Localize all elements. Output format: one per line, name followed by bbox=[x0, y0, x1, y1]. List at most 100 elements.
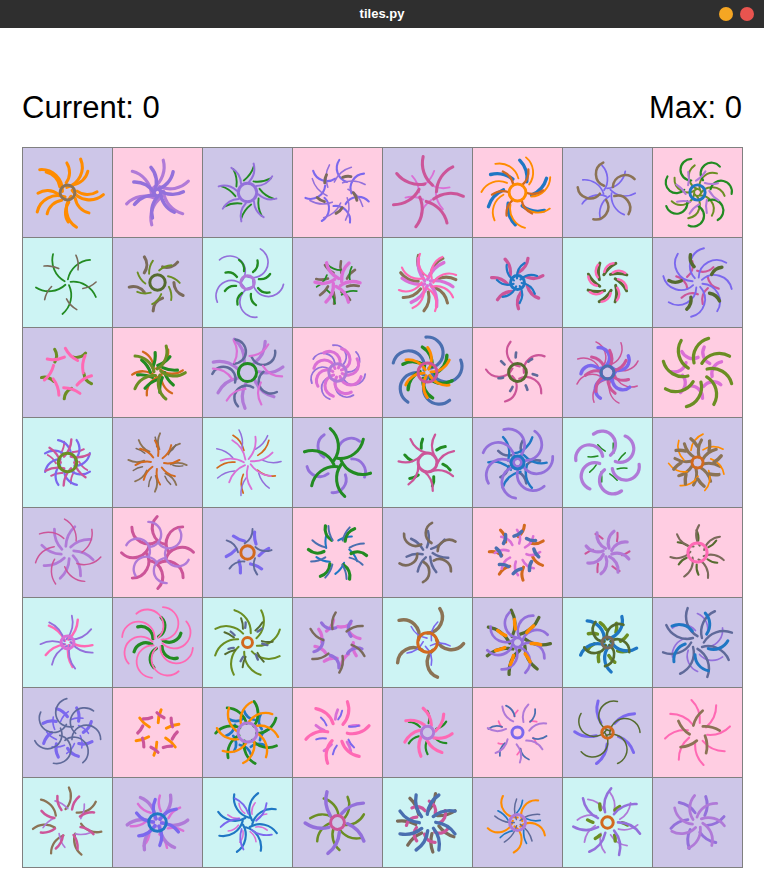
window-title: tiles.py bbox=[360, 4, 405, 24]
tile[interactable] bbox=[473, 418, 562, 507]
tile[interactable] bbox=[113, 328, 202, 417]
tile[interactable] bbox=[653, 688, 742, 777]
tile[interactable] bbox=[113, 238, 202, 327]
tile[interactable] bbox=[113, 418, 202, 507]
tile[interactable] bbox=[563, 598, 652, 687]
tile[interactable] bbox=[293, 508, 382, 597]
tile[interactable] bbox=[203, 238, 292, 327]
spiral-icon bbox=[23, 148, 112, 237]
tile[interactable] bbox=[23, 418, 112, 507]
tile[interactable] bbox=[23, 328, 112, 417]
tile[interactable] bbox=[203, 778, 292, 867]
score-bar: Current: 0 Max: 0 bbox=[22, 88, 742, 126]
tile[interactable] bbox=[563, 238, 652, 327]
spiral-icon bbox=[473, 148, 562, 237]
tile[interactable] bbox=[383, 148, 472, 237]
tile[interactable] bbox=[23, 778, 112, 867]
tile[interactable] bbox=[383, 418, 472, 507]
tile[interactable] bbox=[203, 598, 292, 687]
spiral-icon bbox=[23, 418, 112, 507]
tile[interactable] bbox=[563, 688, 652, 777]
spiral-icon bbox=[653, 778, 742, 867]
tile[interactable] bbox=[23, 598, 112, 687]
tile[interactable] bbox=[563, 328, 652, 417]
spiral-icon bbox=[203, 598, 292, 687]
spiral-icon bbox=[23, 328, 112, 417]
spiral-icon bbox=[563, 148, 652, 237]
spiral-icon bbox=[563, 778, 652, 867]
tile[interactable] bbox=[23, 238, 112, 327]
tile[interactable] bbox=[113, 598, 202, 687]
tile[interactable] bbox=[473, 328, 562, 417]
tile[interactable] bbox=[653, 598, 742, 687]
tile[interactable] bbox=[473, 688, 562, 777]
spiral-icon bbox=[383, 598, 472, 687]
tile[interactable] bbox=[653, 778, 742, 867]
spiral-icon bbox=[293, 508, 382, 597]
spiral-icon bbox=[473, 598, 562, 687]
tile[interactable] bbox=[23, 508, 112, 597]
spiral-icon bbox=[473, 328, 562, 417]
tile[interactable] bbox=[473, 148, 562, 237]
tile[interactable] bbox=[563, 148, 652, 237]
tile[interactable] bbox=[563, 508, 652, 597]
minimize-button[interactable] bbox=[719, 7, 733, 21]
tile[interactable] bbox=[653, 238, 742, 327]
spiral-icon bbox=[113, 508, 202, 597]
tile[interactable] bbox=[293, 688, 382, 777]
tile[interactable] bbox=[653, 148, 742, 237]
close-button[interactable] bbox=[740, 7, 754, 21]
tile[interactable] bbox=[293, 328, 382, 417]
tile[interactable] bbox=[23, 148, 112, 237]
tile[interactable] bbox=[293, 778, 382, 867]
tile[interactable] bbox=[473, 778, 562, 867]
tile[interactable] bbox=[23, 688, 112, 777]
tile[interactable] bbox=[203, 688, 292, 777]
spiral-icon bbox=[113, 598, 202, 687]
spiral-icon bbox=[563, 418, 652, 507]
tile[interactable] bbox=[293, 598, 382, 687]
tile[interactable] bbox=[203, 508, 292, 597]
spiral-icon bbox=[293, 418, 382, 507]
spiral-icon bbox=[383, 778, 472, 867]
spiral-icon bbox=[563, 238, 652, 327]
spiral-icon bbox=[383, 238, 472, 327]
spiral-icon bbox=[203, 328, 292, 417]
spiral-icon bbox=[203, 508, 292, 597]
tile[interactable] bbox=[383, 508, 472, 597]
spiral-icon bbox=[473, 508, 562, 597]
spiral-icon bbox=[473, 688, 562, 777]
spiral-icon bbox=[563, 328, 652, 417]
tile[interactable] bbox=[293, 238, 382, 327]
tile[interactable] bbox=[293, 148, 382, 237]
tile[interactable] bbox=[293, 418, 382, 507]
tile[interactable] bbox=[383, 778, 472, 867]
tile[interactable] bbox=[203, 148, 292, 237]
tile[interactable] bbox=[383, 688, 472, 777]
tile[interactable] bbox=[203, 418, 292, 507]
tile[interactable] bbox=[563, 778, 652, 867]
tile[interactable] bbox=[653, 508, 742, 597]
spiral-icon bbox=[293, 148, 382, 237]
tile[interactable] bbox=[473, 598, 562, 687]
tile[interactable] bbox=[113, 148, 202, 237]
tile[interactable] bbox=[563, 418, 652, 507]
tile[interactable] bbox=[473, 508, 562, 597]
spiral-icon bbox=[383, 688, 472, 777]
spiral-icon bbox=[563, 598, 652, 687]
tile[interactable] bbox=[383, 238, 472, 327]
spiral-icon bbox=[113, 688, 202, 777]
window: tiles.py Current: 0 Max: 0 bbox=[0, 0, 764, 888]
tile[interactable] bbox=[653, 418, 742, 507]
tile[interactable] bbox=[113, 778, 202, 867]
max-score: Max: 0 bbox=[649, 92, 742, 123]
tile[interactable] bbox=[383, 598, 472, 687]
tile[interactable] bbox=[653, 328, 742, 417]
spiral-icon bbox=[293, 778, 382, 867]
tile[interactable] bbox=[113, 688, 202, 777]
spiral-icon bbox=[23, 238, 112, 327]
tile[interactable] bbox=[203, 328, 292, 417]
tile[interactable] bbox=[113, 508, 202, 597]
tile[interactable] bbox=[383, 328, 472, 417]
tile[interactable] bbox=[473, 238, 562, 327]
